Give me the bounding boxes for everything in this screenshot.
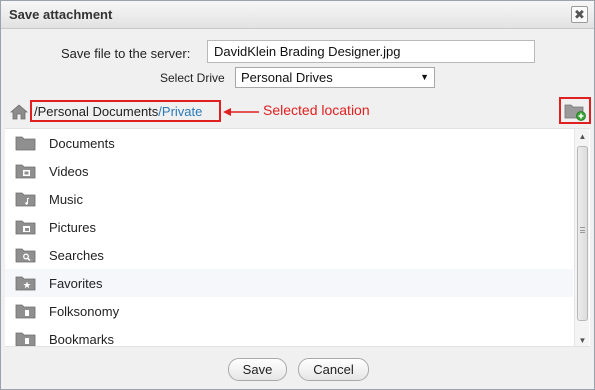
folder-label: Searches <box>49 248 104 263</box>
dialog-title: Save attachment <box>9 7 113 22</box>
folder-label: Pictures <box>49 220 96 235</box>
folder-label: Videos <box>49 164 89 179</box>
close-button[interactable]: ✖ <box>571 6 588 23</box>
list-item[interactable]: Favorites <box>5 269 573 297</box>
save-button[interactable]: Save <box>228 358 287 381</box>
annotation-arrow-icon <box>223 108 259 116</box>
new-folder-icon <box>564 104 586 121</box>
drive-select[interactable]: Personal Drives ▼ <box>235 67 435 88</box>
scrollbar[interactable]: ▲ ▼ <box>574 129 589 346</box>
breadcrumb: /Personal Documents/Private <box>30 100 221 122</box>
save-attachment-dialog: Save attachment ✖ Save file to the serve… <box>0 0 595 390</box>
dialog-footer: Save Cancel <box>1 349 594 389</box>
folder-label: Bookmarks <box>49 332 115 347</box>
save-file-label: Save file to the server: <box>61 46 191 61</box>
folder-label: Music <box>49 192 83 207</box>
list-item[interactable]: Folksonomy <box>5 297 573 325</box>
tag-folder-icon <box>15 304 36 319</box>
grip-icon <box>580 227 585 233</box>
list-item[interactable]: Music <box>5 185 573 213</box>
close-icon: ✖ <box>574 7 585 22</box>
pictures-folder-icon <box>15 220 36 235</box>
music-folder-icon <box>15 192 36 207</box>
scroll-up-icon[interactable]: ▲ <box>577 131 588 142</box>
list-item[interactable]: Documents <box>5 129 573 157</box>
dropdown-arrow-icon: ▼ <box>420 72 429 82</box>
folder-list: Documents Videos Music Pictures Searches… <box>5 128 590 347</box>
search-folder-icon <box>15 248 36 263</box>
select-drive-label: Select Drive <box>160 71 225 85</box>
filename-input[interactable] <box>207 40 535 63</box>
home-icon[interactable] <box>10 103 28 121</box>
scroll-down-icon[interactable]: ▼ <box>577 335 588 346</box>
list-item[interactable]: Searches <box>5 241 573 269</box>
bookmark-folder-icon <box>15 332 36 346</box>
annotation-label: Selected location <box>263 102 370 118</box>
folder-label: Folksonomy <box>49 304 120 319</box>
path-bar: /Personal Documents/Private Selected loc… <box>1 96 594 129</box>
video-folder-icon <box>15 164 36 179</box>
breadcrumb-parent[interactable]: /Personal Documents <box>34 104 158 119</box>
list-item[interactable]: Pictures <box>5 213 573 241</box>
list-item[interactable]: Bookmarks <box>5 325 573 347</box>
new-folder-button[interactable] <box>559 97 591 124</box>
drive-select-value: Personal Drives <box>241 70 333 85</box>
list-item[interactable]: Videos <box>5 157 573 185</box>
folder-label: Favorites <box>49 276 103 291</box>
favorites-folder-icon <box>15 276 36 291</box>
scrollbar-thumb[interactable] <box>577 146 588 321</box>
folder-icon <box>15 136 36 151</box>
cancel-button[interactable]: Cancel <box>298 358 369 381</box>
folder-label: Documents <box>49 136 115 151</box>
breadcrumb-current[interactable]: /Private <box>158 104 202 119</box>
dialog-titlebar[interactable]: Save attachment ✖ <box>1 1 594 29</box>
